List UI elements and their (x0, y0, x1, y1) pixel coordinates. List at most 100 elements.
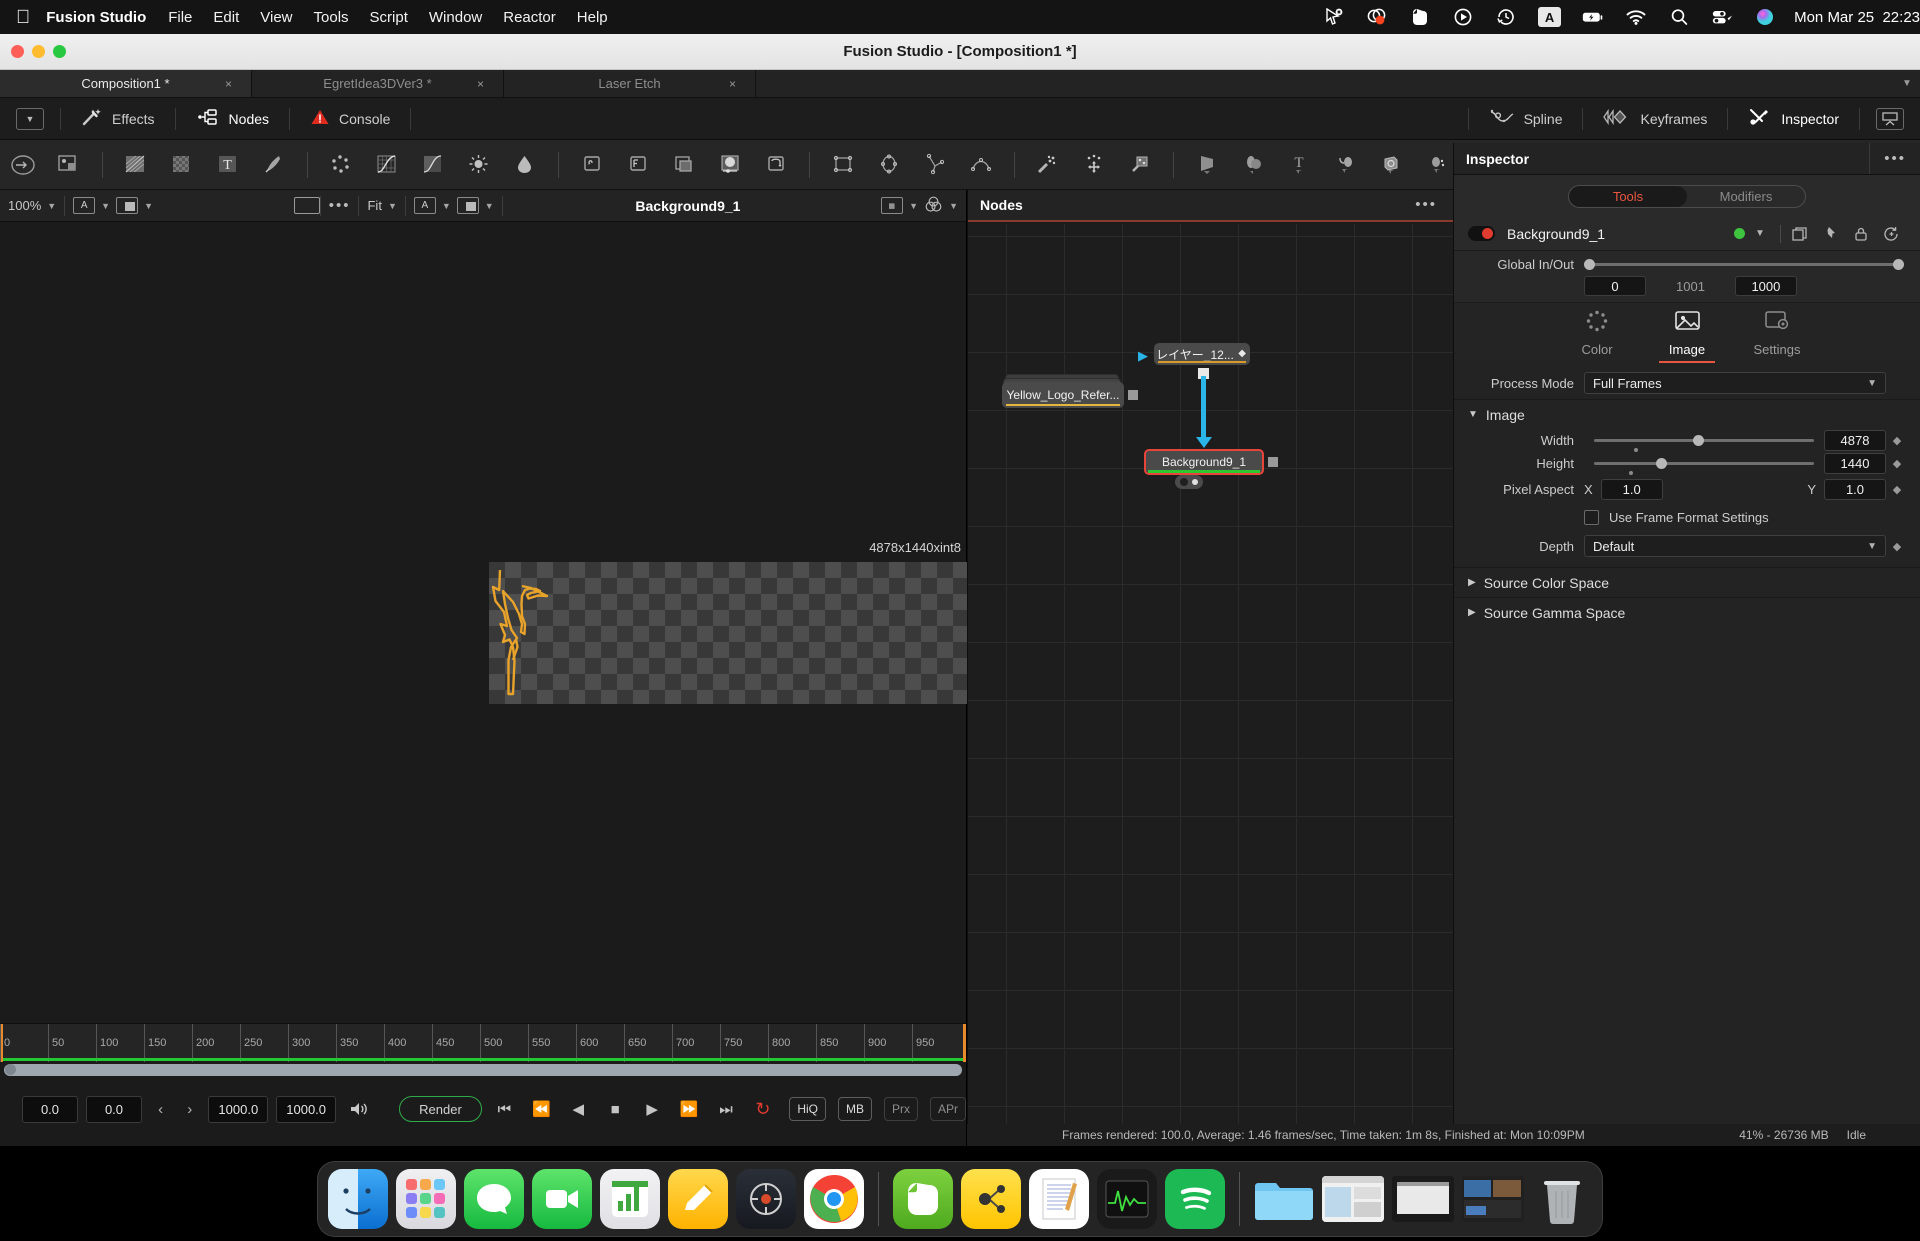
close-icon[interactable]: × (729, 77, 736, 91)
global-in-out-track[interactable] (1584, 259, 1904, 270)
close-icon[interactable]: × (225, 77, 232, 91)
tool-3d-text-icon[interactable]: T (1276, 140, 1322, 190)
nodes-button[interactable]: Nodes (176, 98, 289, 139)
trash-icon[interactable] (1532, 1169, 1592, 1229)
activity-monitor-icon[interactable] (1097, 1169, 1157, 1229)
tool-merge-icon[interactable] (569, 140, 615, 190)
tool-colorcurves-icon[interactable] (364, 140, 410, 190)
keyframes-button[interactable]: Keyframes (1583, 98, 1727, 139)
tab-image[interactable]: Image (1651, 308, 1723, 363)
tool-particles-icon[interactable] (318, 140, 364, 190)
render-button[interactable]: Render (398, 1096, 482, 1122)
width-slider[interactable] (1594, 435, 1814, 452)
notes-icon[interactable] (668, 1169, 728, 1229)
window-thumb-1[interactable] (1322, 1176, 1384, 1222)
search-icon[interactable] (1668, 6, 1690, 28)
tool-polygon-mask-icon[interactable] (912, 140, 958, 190)
node-view-dots[interactable] (1175, 475, 1203, 489)
viewer2-channel-group[interactable]: A ▼ ▼ (406, 190, 502, 221)
depth-keyframe-icon[interactable]: ◆ (1886, 540, 1908, 553)
tool-text-icon[interactable]: T (205, 140, 251, 190)
facetime-icon[interactable] (532, 1169, 592, 1229)
viewer-lut-group[interactable]: ▦ ▼ ▼ (873, 190, 966, 221)
pixel-aspect-keyframe-icon[interactable]: ◆ (1886, 483, 1908, 496)
node-graph-canvas[interactable]: ▶ レイヤー_12... ◆ Yellow_Logo_Refer... Back… (968, 224, 1453, 1146)
lock-icon[interactable] (1846, 226, 1876, 242)
tool-bspline-mask-icon[interactable] (958, 140, 1004, 190)
minimize-window-button[interactable] (32, 45, 45, 58)
comp-end-field[interactable]: 1000.0 (276, 1095, 337, 1123)
control-center-icon[interactable] (1711, 6, 1733, 28)
inspector-options-button[interactable]: ••• (1869, 143, 1920, 174)
width-value[interactable]: 4878 (1824, 430, 1886, 451)
siri-icon[interactable] (1754, 6, 1776, 28)
node-output-connector[interactable] (1268, 457, 1278, 467)
view1-dot-icon[interactable] (1180, 478, 1188, 486)
menu-edit[interactable]: Edit (213, 9, 239, 26)
rewind-button[interactable]: ⏪ (527, 1100, 556, 1118)
fast-forward-button[interactable]: ⏩ (675, 1100, 704, 1118)
battery-charging-icon[interactable] (1582, 6, 1604, 28)
console-button[interactable]: Console (290, 98, 410, 139)
use-frame-format-checkbox[interactable] (1584, 509, 1599, 525)
prev-keyframe-button[interactable]: ‹ (150, 1101, 171, 1118)
global-in-handle[interactable] (1584, 259, 1595, 270)
apple-icon[interactable]:  (16, 8, 30, 27)
finder-icon[interactable] (328, 1169, 388, 1229)
viewer-options-button[interactable]: ••• (321, 190, 359, 221)
height-slider-handle[interactable] (1655, 458, 1667, 469)
chevron-down-icon[interactable]: ▼ (949, 201, 958, 211)
view2-dot-icon[interactable] (1192, 479, 1198, 485)
width-slider-handle[interactable] (1693, 435, 1704, 446)
zoom-window-button[interactable] (53, 45, 66, 58)
numbers-icon[interactable] (600, 1169, 660, 1229)
timeline-ruler[interactable]: 0 50 100 150 200 250 300 350 400 450 500… (0, 1023, 966, 1062)
timeline-scrollbar[interactable] (4, 1064, 962, 1076)
height-value[interactable]: 1440 (1824, 453, 1886, 474)
wifi-icon[interactable] (1625, 6, 1647, 28)
timeline-out-marker[interactable] (963, 1024, 966, 1062)
window-thumb-2[interactable] (1392, 1176, 1454, 1222)
close-icon[interactable]: × (477, 77, 484, 91)
viewer2-fit-group[interactable]: Fit ▼ (359, 190, 404, 221)
menu-tools[interactable]: Tools (314, 9, 349, 26)
tab-color[interactable]: Color (1561, 308, 1633, 357)
process-mode-dropdown[interactable]: Full Frames ▼ (1584, 372, 1886, 394)
menu-file[interactable]: File (168, 9, 192, 26)
tab-modifiers[interactable]: Modifiers (1687, 186, 1805, 207)
audio-icon[interactable] (344, 1099, 373, 1119)
nodes-options-button[interactable]: ••• (1399, 196, 1453, 214)
chevron-down-icon[interactable]: ▼ (101, 201, 110, 211)
chrome-icon[interactable] (804, 1169, 864, 1229)
evernote-icon[interactable] (1409, 6, 1431, 28)
tool-gamma-icon[interactable] (410, 140, 456, 190)
next-keyframe-button[interactable]: › (179, 1101, 200, 1118)
comp-start-field[interactable]: 1000.0 (208, 1095, 269, 1123)
comp-tab-laser-etch[interactable]: Laser Etch × (504, 70, 756, 97)
menu-script[interactable]: Script (370, 9, 408, 26)
comp-tab-egretidea3dver3[interactable]: EgretIdea3DVer3 * × (252, 70, 504, 97)
tool-enable-toggle[interactable] (1468, 226, 1495, 241)
viewer-channel-group[interactable]: A ▼ ▼ (65, 190, 161, 221)
tool-3d-light-icon[interactable] (1322, 140, 1368, 190)
play-button[interactable]: ▶ (638, 1100, 667, 1118)
stop-button[interactable]: ■ (601, 1101, 630, 1118)
menu-window[interactable]: Window (429, 9, 482, 26)
global-out-handle[interactable] (1893, 259, 1904, 270)
pages-icon[interactable] (1029, 1169, 1089, 1229)
viewer-zoom-group[interactable]: 100% ▼ (0, 190, 64, 221)
loop-icon[interactable]: ↻ (748, 1099, 777, 1120)
menu-view[interactable]: View (260, 9, 292, 26)
tool-ellipse-mask-icon[interactable] (866, 140, 912, 190)
close-window-button[interactable] (11, 45, 24, 58)
image-section-header[interactable]: ▼ Image (1454, 399, 1920, 429)
tool-loop-icon[interactable] (753, 140, 799, 190)
node-layer12[interactable]: レイヤー_12... ◆ (1154, 343, 1250, 365)
time-machine-icon[interactable] (1495, 6, 1517, 28)
menu-reactor[interactable]: Reactor (503, 9, 556, 26)
folder-icon[interactable] (1254, 1169, 1314, 1229)
tool-rectangle-mask-icon[interactable] (820, 140, 866, 190)
window-thumb-3[interactable] (1462, 1176, 1524, 1222)
depth-dropdown[interactable]: Default ▼ (1584, 535, 1886, 557)
chevron-down-icon[interactable]: ▼ (1745, 228, 1775, 239)
